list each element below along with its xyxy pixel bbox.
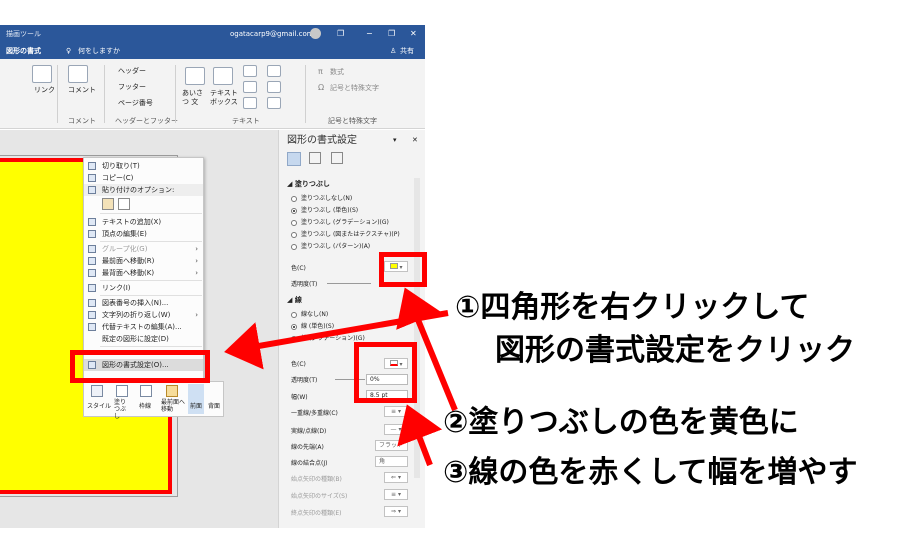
step2-text: ②塗りつぶしの色を黄色に [443, 405, 799, 440]
step1-line1-text: ①四角形を右クリックして [455, 290, 810, 325]
arrow-to-line-settings [397, 404, 443, 467]
step3-text: ③線の色を赤くして幅を増やす [443, 455, 858, 490]
arrow-to-fill-color [396, 287, 458, 412]
step1-line2-text: 図形の書式設定をクリック [495, 333, 855, 368]
